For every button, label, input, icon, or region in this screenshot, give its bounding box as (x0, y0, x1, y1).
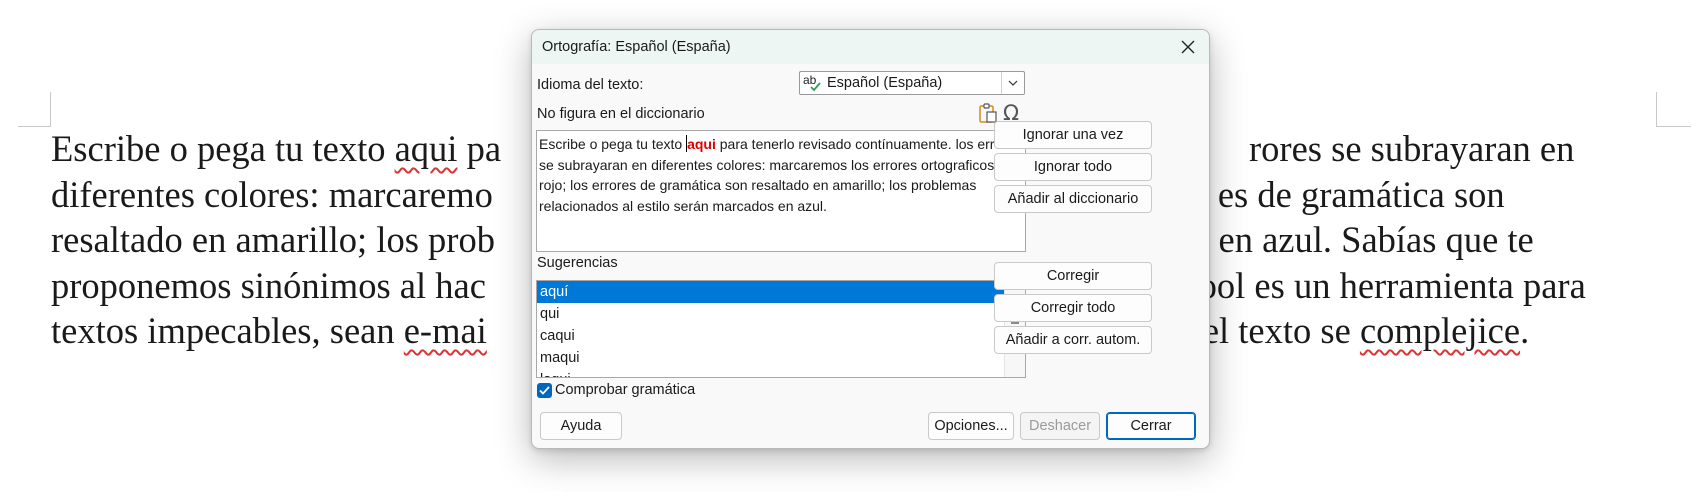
check-grammar-checkbox[interactable] (537, 383, 552, 398)
page-margin-corner-left (18, 92, 51, 127)
correct-button[interactable]: Corregir (994, 262, 1152, 290)
help-button[interactable]: Ayuda (540, 412, 622, 440)
close-icon (1181, 40, 1195, 54)
add-to-dictionary-button[interactable]: Añadir al diccionario (994, 185, 1152, 213)
suggestion-item[interactable]: aquí (537, 281, 1006, 303)
suggestion-item[interactable]: laqui (537, 369, 1006, 377)
close-window-button[interactable] (1173, 33, 1203, 61)
spellcheck-icon: ab (803, 73, 821, 92)
ignore-all-button[interactable]: Ignorar todo (994, 153, 1152, 181)
suggestions-label: Sugerencias (537, 255, 618, 271)
not-in-dictionary-label: No figura en el diccionario (537, 106, 705, 122)
svg-text:ab: ab (803, 73, 817, 87)
options-button[interactable]: Opciones... (928, 412, 1014, 440)
close-button[interactable]: Cerrar (1106, 412, 1196, 440)
spelling-dialog: Ortografía: Español (España) Idioma del … (531, 29, 1210, 449)
chevron-down-icon[interactable] (1001, 72, 1024, 94)
language-value: Español (España) (827, 75, 943, 91)
misspelled-word[interactable]: complejice (1360, 310, 1520, 351)
misspelled-word[interactable]: aqui (395, 128, 458, 169)
title-bar: Ortografía: Español (España) (532, 30, 1209, 64)
misspelled-word[interactable]: e-mai (404, 310, 487, 351)
error-word: aqui (687, 136, 716, 152)
undo-button: Deshacer (1020, 412, 1100, 440)
dialog-title: Ortografía: Español (España) (542, 39, 731, 55)
page-margin-corner-right (1656, 92, 1691, 127)
suggestion-item[interactable]: caqui (537, 325, 1006, 347)
suggestion-item[interactable]: maqui (537, 347, 1006, 369)
language-label: Idioma del texto: (537, 77, 644, 93)
check-grammar-label: Comprobar gramática (555, 382, 696, 398)
suggestion-item[interactable]: qui (537, 303, 1006, 325)
checkmark-icon (539, 386, 550, 395)
correct-all-button[interactable]: Corregir todo (994, 294, 1152, 322)
language-select[interactable]: ab Español (España) (799, 71, 1025, 95)
add-to-autocorrect-button[interactable]: Añadir a corr. autom. (994, 326, 1152, 354)
suggestions-list[interactable]: aquí qui caqui maqui laqui (536, 280, 1026, 378)
not-in-dictionary-text[interactable]: Escribe o pega tu texto aqui para tenerl… (536, 130, 1026, 252)
ignore-once-button[interactable]: Ignorar una vez (994, 121, 1152, 149)
